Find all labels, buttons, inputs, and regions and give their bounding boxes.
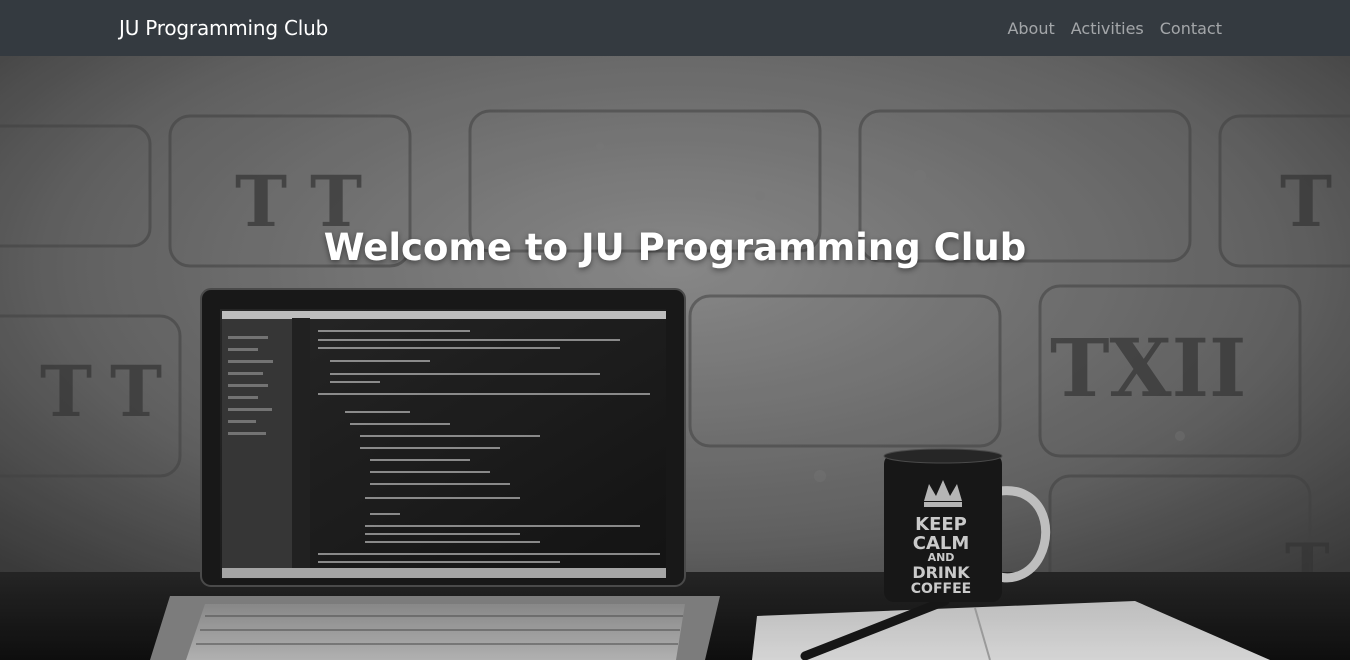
nav-link-contact[interactable]: Contact — [1160, 19, 1222, 38]
nav-links: About Activities Contact — [1007, 19, 1222, 38]
hero-title: Welcome to JU Programming Club — [323, 225, 1027, 269]
nav-link-about[interactable]: About — [1007, 19, 1054, 38]
brand-link[interactable]: JU Programming Club — [119, 16, 328, 40]
navbar: JU Programming Club About Activities Con… — [0, 0, 1350, 56]
nav-link-activities[interactable]: Activities — [1071, 19, 1144, 38]
hero-section: T T T T T TXII T KEEP CALM AND DRINK COF… — [0, 56, 1350, 660]
hero-background-image: T T T T T TXII T KEEP CALM AND DRINK COF… — [0, 56, 1350, 660]
